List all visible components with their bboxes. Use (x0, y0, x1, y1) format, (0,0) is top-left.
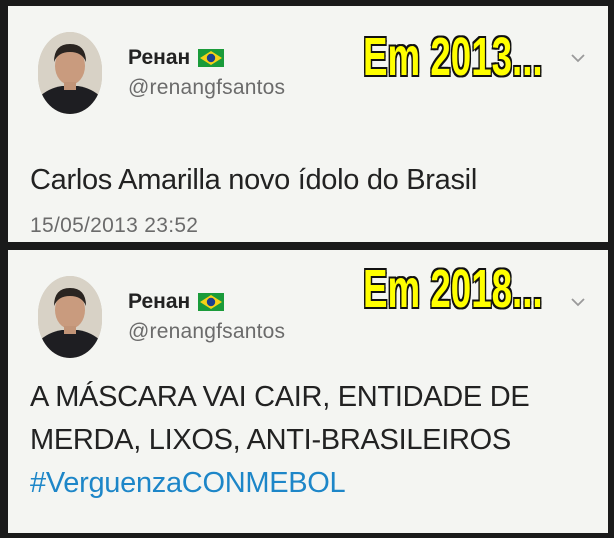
chevron-down-icon[interactable] (570, 50, 586, 66)
brazil-flag-icon (198, 293, 225, 312)
brazil-flag-icon (198, 49, 225, 68)
display-name-text: Ренан (128, 290, 191, 313)
display-name: Ренан (128, 46, 225, 70)
avatar[interactable] (38, 32, 102, 114)
year-overlay-caption: Em 2013... (362, 27, 543, 87)
chevron-down-icon[interactable] (570, 294, 586, 310)
user-handle[interactable]: @renangfsantos (128, 320, 285, 344)
display-name: Ренан (128, 290, 225, 314)
tweet-text: A MÁSCARA VAI CAIR, ENTIDADE DE MERDA, L… (30, 376, 530, 505)
tweet-card-2013: Ренан @renangfsantos Em 2013... Carlos A… (8, 6, 608, 242)
avatar[interactable] (38, 276, 102, 358)
display-name-text: Ренан (128, 46, 191, 69)
hashtag-link[interactable]: #VerguenzaCONMEBOL (30, 462, 529, 505)
tweet-card-2018: Ренан @renangfsantos Em 2018... A MÁSCAR… (8, 250, 608, 533)
tweet-text-line: Carlos Amarilla novo ídolo do Brasil (30, 164, 477, 196)
year-overlay-caption: Em 2018... (362, 259, 543, 319)
user-handle[interactable]: @renangfsantos (128, 76, 285, 100)
tweet-text-line: A MÁSCARA VAI CAIR, ENTIDADE DE (30, 381, 530, 413)
tweet-text: Carlos Amarilla novo ídolo do Brasil (30, 159, 477, 202)
tweet-text-line: MERDA, LIXOS, ANTI-BRASILEIROS (30, 424, 511, 456)
tweet-timestamp[interactable]: 15/05/2013 23:52 (30, 214, 198, 238)
